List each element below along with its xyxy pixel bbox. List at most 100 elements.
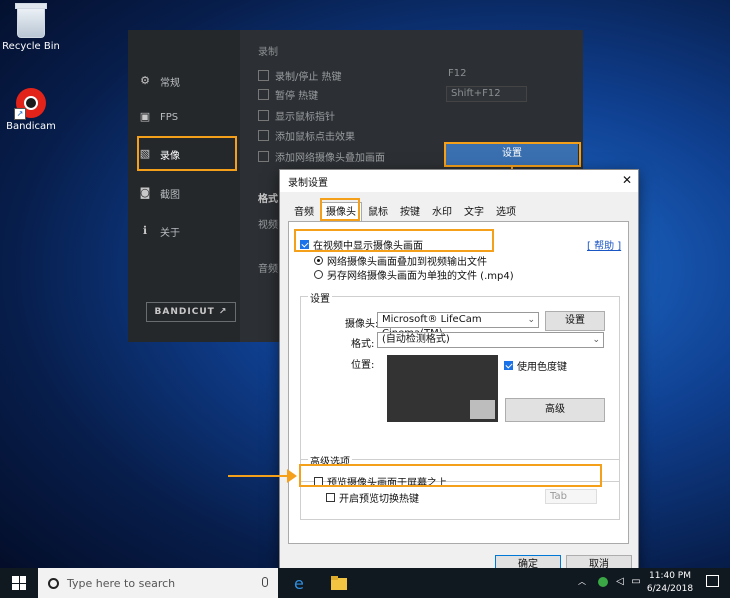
microphone-icon[interactable] <box>262 577 268 587</box>
settings-group-title: 设置 <box>308 290 332 305</box>
overlay-radio[interactable] <box>314 256 323 265</box>
help-link[interactable]: [ 帮助 ] <box>587 237 621 252</box>
chroma-key-label: 使用色度键 <box>517 362 567 373</box>
webcam-position-preview[interactable] <box>387 355 498 422</box>
camera-settings-button[interactable]: 设置 <box>545 311 605 331</box>
record-hotkey-value[interactable]: F12 <box>448 68 466 79</box>
toggle-hotkey-option[interactable]: 开启预览切换热键 <box>326 490 419 505</box>
chevron-down-icon: ⌄ <box>527 315 535 325</box>
dialog-title: 录制设置 <box>288 178 328 189</box>
sidebar-item-label: 截图 <box>160 189 180 201</box>
advanced-button[interactable]: 高级 <box>505 398 605 422</box>
highlight-show-webcam <box>294 229 494 252</box>
format-section-title: 格式 <box>258 194 278 205</box>
option-label: 添加鼠标点击效果 <box>275 132 355 143</box>
taskbar-clock[interactable]: 11:40 PM 6/24/2018 <box>645 570 695 596</box>
format-select[interactable]: (自动检测格式) ⌄ <box>377 332 604 348</box>
windows-icon <box>12 576 26 590</box>
overlay-radio-label: 网络摄像头画面叠加到视频输出文件 <box>327 257 487 268</box>
tab-text[interactable]: 文字 <box>458 204 490 221</box>
info-icon: ℹ <box>142 224 148 237</box>
separate-file-radio[interactable] <box>314 270 323 279</box>
network-icon[interactable] <box>597 576 609 588</box>
bandicam-label: Bandicam <box>6 121 56 132</box>
tab-mouse[interactable]: 鼠标 <box>362 204 394 221</box>
tab-watermark[interactable]: 水印 <box>426 204 458 221</box>
sidebar-item-general[interactable]: ⚙ 常规 <box>138 68 233 94</box>
tab-keys[interactable]: 按键 <box>394 204 426 221</box>
highlight-preview-on-top <box>299 464 602 487</box>
camera-select[interactable]: Microsoft® LifeCam Cinema(TM) ⌄ <box>377 312 539 339</box>
video-label: 视频 <box>258 220 278 231</box>
home-icon: ⚙ <box>140 74 150 87</box>
sidebar-item-label: 关于 <box>160 227 180 239</box>
toggle-hotkey-field[interactable]: Tab <box>545 489 597 504</box>
format-label: 格式: <box>351 339 375 350</box>
svg-text:e: e <box>294 574 304 592</box>
option-label: 暂停 热键 <box>275 91 319 102</box>
bandicam-desktop-icon[interactable]: ↗ Bandicam <box>0 88 66 132</box>
recycle-bin-desktop-icon[interactable]: Recycle Bin <box>0 3 66 52</box>
audio-label: 音频 <box>258 264 278 275</box>
sidebar-item-fps[interactable]: ▣ FPS <box>138 104 233 130</box>
file-explorer-icon[interactable] <box>330 574 348 592</box>
checkbox[interactable] <box>258 110 269 121</box>
fps-icon: ▣ <box>139 110 151 123</box>
recycle-bin-label: Recycle Bin <box>2 41 60 52</box>
option-webcam-overlay[interactable]: 添加网络摄像头叠加画面 <box>258 149 385 164</box>
checkbox[interactable] <box>258 89 269 100</box>
taskbar: Type here to search e ︿ ◁ ▭ 11:40 PM 6/2… <box>0 568 730 598</box>
annotation-arrow-right <box>228 475 290 477</box>
bandicam-icon: ↗ <box>14 88 46 120</box>
taskbar-search[interactable]: Type here to search <box>38 568 278 598</box>
highlight-video-tab <box>137 136 237 171</box>
radio-separate-option[interactable]: 另存网络摄像头画面为单独的文件 (.mp4) <box>314 267 514 282</box>
checkbox[interactable] <box>258 151 269 162</box>
checkbox[interactable] <box>258 130 269 141</box>
camera-icon: ◙ <box>139 186 151 199</box>
tray-chevron-up-icon[interactable]: ︿ <box>576 576 588 588</box>
position-label: 位置: <box>351 360 375 371</box>
pause-hotkey-value[interactable]: Shift+F12 <box>446 86 527 102</box>
cortana-icon <box>48 577 59 589</box>
chroma-key-checkbox[interactable] <box>504 361 513 370</box>
format-select-value: (自动检测格式) <box>382 334 450 345</box>
option-label: 显示鼠标指针 <box>275 112 335 123</box>
option-click-effect[interactable]: 添加鼠标点击效果 <box>258 128 355 143</box>
toggle-hotkey-label: 开启预览切换热键 <box>339 494 419 505</box>
notification-icon[interactable] <box>706 575 719 587</box>
chroma-key-option[interactable]: 使用色度键 <box>504 358 567 373</box>
sidebar-item-label: 常规 <box>160 77 180 89</box>
option-record-hotkey[interactable]: 录制/停止 热键 <box>258 68 342 83</box>
edge-icon[interactable]: e <box>292 574 310 593</box>
volume-icon[interactable]: ◁ <box>614 576 626 588</box>
option-label: 录制/停止 热键 <box>275 72 342 83</box>
highlight-settings-button <box>444 142 581 167</box>
battery-icon[interactable]: ▭ <box>630 576 642 588</box>
toggle-hotkey-checkbox[interactable] <box>326 493 335 502</box>
sidebar-item-label: FPS <box>160 111 179 123</box>
option-label: 添加网络摄像头叠加画面 <box>275 153 385 164</box>
search-placeholder: Type here to search <box>67 576 176 590</box>
chevron-down-icon: ⌄ <box>592 335 600 345</box>
webcam-tab-panel: 在视频中显示摄像头画面 [ 帮助 ] 网络摄像头画面叠加到视频输出文件 另存网络… <box>288 221 629 544</box>
separate-file-radio-label: 另存网络摄像头画面为单独的文件 (.mp4) <box>327 271 514 282</box>
tab-audio[interactable]: 音频 <box>288 204 320 221</box>
close-icon[interactable]: ✕ <box>622 173 632 187</box>
annotation-arrowhead-right <box>287 469 297 483</box>
bandicam-sidebar: ⚙ 常规 ▣ FPS ▧ 录像 ◙ 截图 ℹ 关于 BANDICUT ↗ <box>128 30 240 342</box>
webcam-position-marker[interactable] <box>470 400 495 419</box>
option-show-cursor[interactable]: 显示鼠标指针 <box>258 108 335 123</box>
recycle-bin-icon <box>15 3 47 38</box>
start-button[interactable] <box>0 568 38 598</box>
bandicut-logo[interactable]: BANDICUT ↗ <box>146 302 236 322</box>
camera-label: 摄像头: <box>345 319 379 330</box>
dialog-titlebar: 录制设置 ✕ <box>280 170 638 192</box>
sidebar-item-image[interactable]: ◙ 截图 <box>138 180 233 206</box>
option-pause-hotkey[interactable]: 暂停 热键 <box>258 87 318 102</box>
radio-overlay-option[interactable]: 网络摄像头画面叠加到视频输出文件 <box>314 253 487 268</box>
tab-options[interactable]: 选项 <box>490 204 522 221</box>
record-section-title: 录制 <box>258 47 278 58</box>
sidebar-item-about[interactable]: ℹ 关于 <box>138 218 233 244</box>
checkbox[interactable] <box>258 70 269 81</box>
